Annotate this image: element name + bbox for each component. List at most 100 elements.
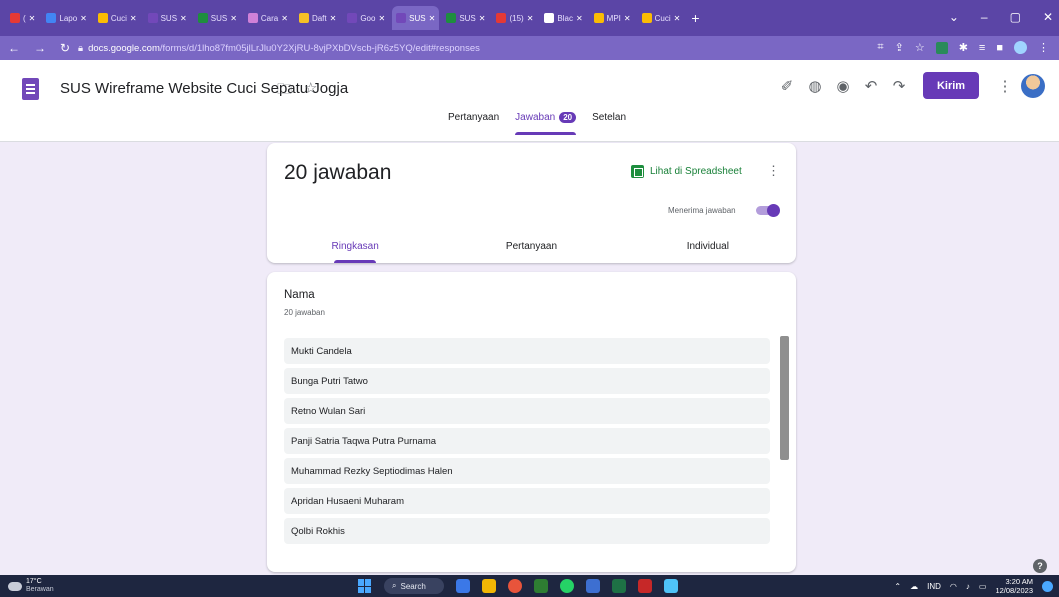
more-options-icon[interactable]: ⋮ xyxy=(989,77,1021,95)
browser-tab[interactable]: (✕ xyxy=(6,6,39,30)
browser-tab-strip: (✕ Lapo ✕ Cuci ✕ SUS ✕ SUS ✕ Cara ✕ Daft ✕ Goo ✕ SUS ✕ SU… xyxy=(0,0,1059,36)
tab-close-icon[interactable]: ✕ xyxy=(576,14,583,23)
tab-close-icon[interactable]: ✕ xyxy=(674,14,681,23)
browser-tab[interactable]: MPI ✕ xyxy=(590,6,635,30)
windows-start-icon[interactable] xyxy=(358,579,372,593)
tab-responses[interactable]: Jawaban 20 xyxy=(515,112,577,135)
scrollbar-thumb[interactable] xyxy=(780,336,789,460)
battery-icon[interactable]: ▭ xyxy=(979,582,987,591)
app-l-icon[interactable] xyxy=(534,579,548,593)
preview-eye-icon[interactable]: ◉ xyxy=(829,77,857,95)
nav-buttons: ← → ↻ xyxy=(8,41,78,55)
extensions-puzzle-icon[interactable]: ✱ xyxy=(959,41,968,54)
tab-close-icon[interactable]: ✕ xyxy=(624,14,631,23)
app-grid-icon[interactable] xyxy=(638,579,652,593)
redo-icon[interactable]: ↷ xyxy=(885,77,913,95)
tab-close-icon[interactable]: ✕ xyxy=(180,14,187,23)
browser-tab[interactable]: (15) ✕ xyxy=(492,6,537,30)
tray-chevron-icon[interactable]: ⌃ xyxy=(894,582,901,591)
taskbar-search[interactable]: ⌕ Search xyxy=(384,578,444,594)
palette-icon[interactable]: ◍ xyxy=(801,77,829,95)
browser-tab[interactable]: Goo ✕ xyxy=(343,6,389,30)
bookmark-star-icon[interactable]: ☆ xyxy=(915,41,925,54)
chrome-menu-icon[interactable]: ⋮ xyxy=(1038,41,1049,54)
send-button[interactable]: Kirim xyxy=(923,72,979,99)
browser-tab[interactable]: SUS ✕ xyxy=(144,6,191,30)
tab-close-icon[interactable]: ✕ xyxy=(527,14,534,23)
weather-widget[interactable]: 17°C Berawan xyxy=(8,578,54,594)
tab-close-icon[interactable]: ✕ xyxy=(330,14,337,23)
photos-icon[interactable] xyxy=(664,579,678,593)
minimize-icon[interactable]: – xyxy=(981,10,988,24)
top-actions: ✐ ◍ ◉ ↶ ↷ Kirim ⋮ xyxy=(773,72,1045,99)
window-controls: ⌄ – ▢ ✕ xyxy=(949,10,1053,24)
tab-questions[interactable]: Pertanyaan xyxy=(448,112,499,135)
reading-list-icon[interactable]: ≡ xyxy=(979,42,985,54)
cloud-icon xyxy=(8,581,22,591)
app-notes-icon[interactable] xyxy=(586,579,600,593)
tab-close-icon[interactable]: ✕ xyxy=(130,14,137,23)
browser-tab[interactable]: SUS ✕ xyxy=(194,6,241,30)
folder-icon[interactable]: 🗀 xyxy=(277,79,292,104)
answer-list-scrollbar[interactable] xyxy=(780,336,789,572)
answer-list: Mukti Candela Bunga Putri Tatwo Retno Wula… xyxy=(284,338,770,548)
back-icon[interactable]: ← xyxy=(8,41,20,55)
undo-icon[interactable]: ↶ xyxy=(857,77,885,95)
accepting-responses-toggle[interactable] xyxy=(756,204,780,217)
file-explorer-icon[interactable] xyxy=(482,579,496,593)
side-panel-icon[interactable]: ■ xyxy=(996,42,1003,54)
browser-tab[interactable]: SUS ✕ xyxy=(442,6,489,30)
browser-tab[interactable]: Daft ✕ xyxy=(295,6,340,30)
browser-tab[interactable]: Lapo ✕ xyxy=(42,6,91,30)
customize-theme-icon[interactable]: ✐ xyxy=(773,77,801,95)
address-bar: ← → ↻ 🔒︎ docs.google.com/forms/d/1lho87f… xyxy=(0,36,1059,60)
tab-close-icon[interactable]: ✕ xyxy=(429,14,436,23)
browser-tab-label: Cuci xyxy=(110,13,127,23)
clock[interactable]: 3:20 AM 12/08/2023 xyxy=(995,577,1033,595)
star-icon[interactable]: ☆ xyxy=(304,79,317,104)
browser-tab[interactable]: Cuci ✕ xyxy=(638,6,685,30)
tab-question-view[interactable]: Pertanyaan xyxy=(443,241,619,263)
tab-individual[interactable]: Individual xyxy=(620,241,796,263)
avatar[interactable] xyxy=(1021,73,1045,98)
notification-badge-icon[interactable] xyxy=(1042,580,1053,592)
responses-more-icon[interactable]: ⋮ xyxy=(767,163,780,179)
tab-close-icon[interactable]: ✕ xyxy=(230,14,237,23)
tab-summary[interactable]: Ringkasan xyxy=(267,241,443,263)
tab-close-icon[interactable]: ✕ xyxy=(479,14,486,23)
browser-tab[interactable]: Blac ✕ xyxy=(540,6,586,30)
browser-tab-label: SUS xyxy=(409,13,426,23)
tab-close-icon[interactable]: ✕ xyxy=(29,14,36,23)
tab-close-icon[interactable]: ✕ xyxy=(80,14,87,23)
whatsapp-icon[interactable] xyxy=(560,579,574,593)
close-icon[interactable]: ✕ xyxy=(1043,10,1053,24)
url-field[interactable]: 🔒︎ docs.google.com/forms/d/1lho87fm05jlL… xyxy=(78,43,480,54)
browser-tab[interactable]: Cuci ✕ xyxy=(94,6,141,30)
translate-icon[interactable]: ⌗ xyxy=(877,41,883,54)
tab-search-icon[interactable]: ⌄ xyxy=(949,10,959,24)
volume-icon[interactable]: ♪ xyxy=(966,582,970,591)
chrome-icon[interactable] xyxy=(508,579,522,593)
input-language[interactable]: IND xyxy=(927,582,941,591)
share-icon[interactable]: ⇪ xyxy=(895,41,904,54)
tab-close-icon[interactable]: ✕ xyxy=(281,14,288,23)
extension-icon[interactable] xyxy=(935,41,948,54)
excel-icon[interactable] xyxy=(612,579,626,593)
view-in-sheets-link[interactable]: Lihat di Spreadsheet xyxy=(631,165,742,178)
forward-icon[interactable]: → xyxy=(34,41,46,55)
task-view-icon[interactable] xyxy=(456,579,470,593)
reload-icon[interactable]: ↻ xyxy=(60,41,70,55)
forms-logo-icon[interactable] xyxy=(22,78,39,100)
tab-close-icon[interactable]: ✕ xyxy=(378,14,385,23)
browser-tab[interactable]: Cara ✕ xyxy=(244,6,292,30)
restore-icon[interactable]: ▢ xyxy=(1010,10,1021,24)
tab-settings[interactable]: Setelan xyxy=(592,112,626,135)
browser-tab-label: Cara xyxy=(260,13,279,23)
profile-icon[interactable] xyxy=(1014,41,1027,54)
browser-tab[interactable]: SUS ✕ xyxy=(392,6,440,30)
wifi-icon[interactable]: ◠ xyxy=(950,582,957,591)
help-icon[interactable]: ? xyxy=(1033,559,1047,573)
new-tab-button[interactable]: + xyxy=(691,10,699,26)
os-taskbar: 17°C Berawan ⌕ Search ⌃ ☁ IND ◠ ♪ ▭ 3:20… xyxy=(0,575,1059,597)
onedrive-cloud-icon[interactable]: ☁ xyxy=(910,582,918,591)
